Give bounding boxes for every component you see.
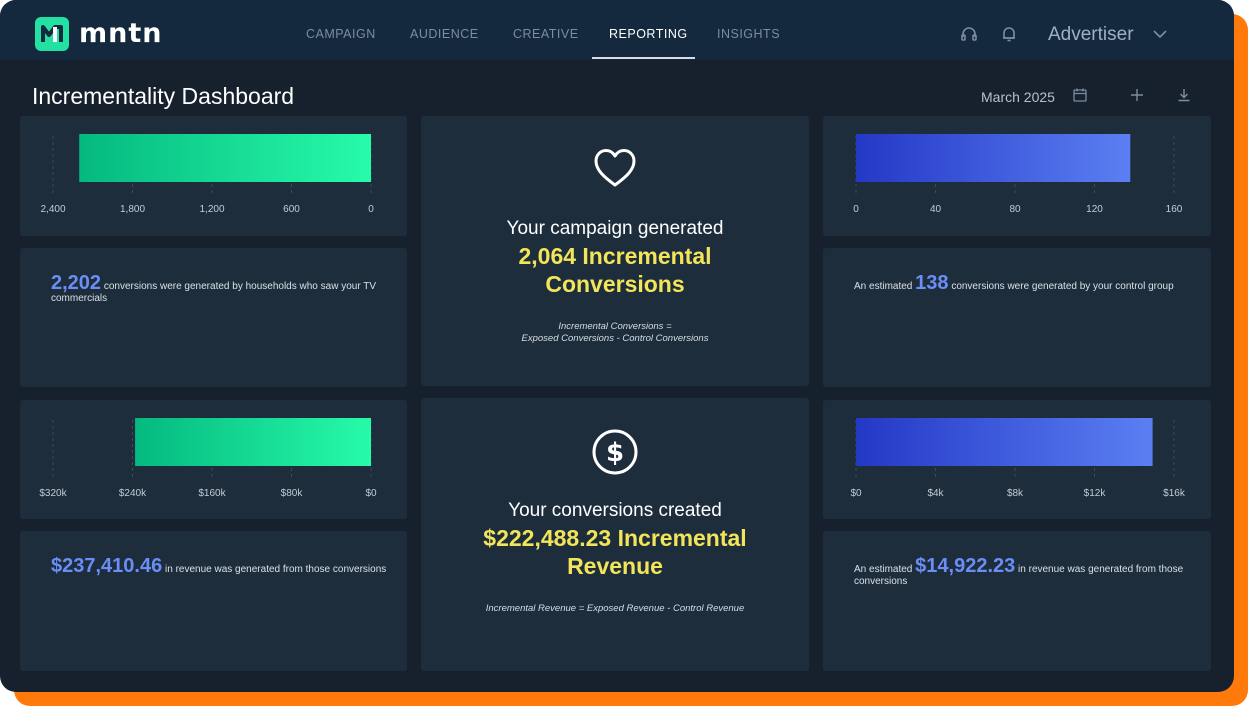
heart-icon bbox=[591, 144, 639, 192]
incremental-conversions-formula-1: Incremental Conversions = bbox=[558, 321, 672, 332]
control-conversions-text: conversions were generated by your contr… bbox=[951, 281, 1174, 292]
control-conversions-value: 138 bbox=[915, 272, 949, 294]
incremental-revenue-intro: Your conversions created bbox=[508, 500, 722, 521]
tick-label: $80k bbox=[281, 488, 304, 499]
top-nav: mntn CAMPAIGN AUDIENCE CREATIVE REPORTIN… bbox=[0, 0, 1234, 60]
control-conversions-prefix: An estimated bbox=[854, 281, 913, 292]
active-tab-indicator bbox=[592, 57, 695, 59]
page-title: Incrementality Dashboard bbox=[32, 83, 295, 109]
control-conversions-chart-svg: 0 40 80 120 160 bbox=[853, 134, 1183, 215]
app-window: mntn CAMPAIGN AUDIENCE CREATIVE REPORTIN… bbox=[0, 0, 1234, 692]
tick-label: 120 bbox=[1086, 204, 1103, 215]
nav-creative[interactable]: CREATIVE bbox=[513, 26, 579, 42]
tick-label: 80 bbox=[1009, 204, 1021, 215]
exposed-revenue-chart: $320k $240k $160k $80k $0 bbox=[20, 400, 407, 519]
chevron-down-icon[interactable] bbox=[1152, 27, 1168, 41]
tick-label: 1,200 bbox=[199, 204, 224, 215]
tick-label: $8k bbox=[1007, 488, 1024, 499]
control-revenue-stat: An estimated $14,922.23 in revenue was g… bbox=[854, 556, 1194, 588]
exposed-revenue-value: $237,410.46 bbox=[51, 555, 163, 577]
brand-name[interactable]: mntn bbox=[79, 18, 162, 50]
incremental-revenue-formula: Incremental Revenue = Exposed Revenue - … bbox=[485, 603, 745, 614]
control-conversions-stat: An estimated 138 conversions were genera… bbox=[854, 273, 1194, 293]
incremental-conversions-intro: Your campaign generated bbox=[506, 218, 724, 239]
bell-icon[interactable] bbox=[1000, 25, 1018, 43]
date-picker[interactable]: March 2025 bbox=[981, 88, 1055, 106]
tick-label: $0 bbox=[850, 488, 862, 499]
tick-label: 40 bbox=[930, 204, 942, 215]
exposed-revenue-chart-svg: $320k $240k $160k $80k $0 bbox=[39, 418, 377, 499]
exposed-conversions-chart-svg: 2,400 1,800 1,200 600 0 bbox=[40, 134, 374, 215]
download-icon[interactable] bbox=[1176, 87, 1192, 103]
tick-label: $0 bbox=[365, 488, 377, 499]
exposed-conversions-card: 2,202 conversions were generated by hous… bbox=[20, 248, 407, 387]
calendar-icon[interactable] bbox=[1072, 87, 1088, 103]
exposed-conversions-chart: 2,400 1,800 1,200 600 0 bbox=[20, 116, 407, 236]
bar[interactable] bbox=[856, 418, 1153, 466]
control-revenue-card: An estimated $14,922.23 in revenue was g… bbox=[823, 531, 1211, 671]
incremental-conversions-formula-2: Exposed Conversions - Control Conversion… bbox=[521, 333, 709, 344]
control-revenue-value: $14,922.23 bbox=[915, 555, 1016, 577]
control-revenue-chart-svg: $0 $4k $8k $12k $16k bbox=[850, 418, 1186, 499]
bar[interactable] bbox=[135, 418, 371, 466]
exposed-conversions-value: 2,202 bbox=[51, 272, 102, 294]
incremental-revenue-value: $222,488.23 Incremental Revenue bbox=[483, 525, 747, 579]
exposed-revenue-text: in revenue was generated from those conv… bbox=[165, 564, 387, 575]
dollar-icon: $ bbox=[591, 428, 639, 476]
svg-text:$: $ bbox=[606, 438, 624, 468]
tick-label: $160k bbox=[198, 488, 226, 499]
tick-label: $12k bbox=[1084, 488, 1107, 499]
tick-label: 2,400 bbox=[40, 204, 65, 215]
exposed-conversions-stat: 2,202 conversions were generated by hous… bbox=[51, 273, 391, 305]
tick-label: 160 bbox=[1166, 204, 1183, 215]
bar[interactable] bbox=[856, 134, 1131, 182]
mntn-logo-icon[interactable] bbox=[35, 17, 69, 51]
nav-reporting[interactable]: REPORTING bbox=[609, 26, 688, 42]
control-revenue-chart: $0 $4k $8k $12k $16k bbox=[823, 400, 1211, 519]
tick-label: $4k bbox=[927, 488, 944, 499]
control-conversions-card: An estimated 138 conversions were genera… bbox=[823, 248, 1211, 387]
nav-campaign[interactable]: CAMPAIGN bbox=[306, 26, 376, 42]
nav-audience[interactable]: AUDIENCE bbox=[410, 26, 479, 42]
tick-label: $320k bbox=[39, 488, 67, 499]
account-selector[interactable]: Advertiser bbox=[1048, 24, 1134, 46]
control-revenue-prefix: An estimated bbox=[854, 564, 913, 575]
exposed-revenue-stat: $237,410.46 in revenue was generated fro… bbox=[51, 556, 391, 576]
control-conversions-chart: 0 40 80 120 160 bbox=[823, 116, 1211, 236]
incremental-revenue-card: $ Your conversions created $222,488.23 I… bbox=[421, 398, 809, 671]
nav-insights[interactable]: INSIGHTS bbox=[717, 26, 780, 42]
tick-label: $16k bbox=[1163, 488, 1186, 499]
plus-icon[interactable] bbox=[1129, 87, 1145, 103]
incremental-conversions-value: 2,064 Incremental Conversions bbox=[518, 243, 712, 297]
headset-icon[interactable] bbox=[960, 25, 978, 43]
tick-label: 0 bbox=[368, 204, 374, 215]
bar[interactable] bbox=[79, 134, 372, 182]
incremental-conversions-card: Your campaign generated 2,064 Incrementa… bbox=[421, 116, 809, 386]
tick-label: 0 bbox=[853, 204, 859, 215]
tick-label: 1,800 bbox=[120, 204, 145, 215]
tick-label: 600 bbox=[283, 204, 300, 215]
tick-label: $240k bbox=[119, 488, 147, 499]
exposed-revenue-card: $237,410.46 in revenue was generated fro… bbox=[20, 531, 407, 671]
